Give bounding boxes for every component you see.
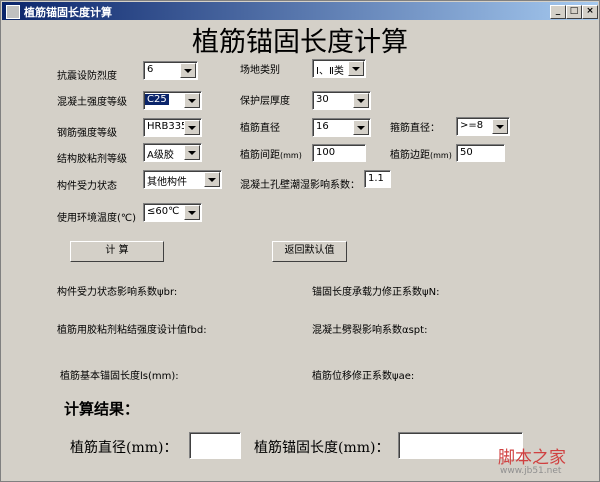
app-icon xyxy=(6,5,20,19)
cover-value: 30 xyxy=(316,94,329,105)
spacing-unit: (mm) xyxy=(280,151,302,160)
chevron-down-icon[interactable] xyxy=(184,93,200,108)
acr-label: 混凝土劈裂影响系数αspt: xyxy=(312,325,428,336)
hole-factor-value: 1.1 xyxy=(368,173,384,184)
result-dia-output[interactable] xyxy=(189,432,241,459)
hole-factor-label: 混凝土孔壁潮湿影响系数： xyxy=(240,180,360,191)
chevron-down-icon[interactable] xyxy=(184,120,200,135)
minimize-button[interactable]: _ xyxy=(550,5,566,19)
edge-input[interactable]: 50 xyxy=(456,144,505,162)
concrete-label: 混凝土强度等级 xyxy=(57,97,127,108)
concrete-select[interactable]: C25 xyxy=(143,91,202,110)
rebar-grade-value: HRB335 xyxy=(147,121,188,132)
seismic-label: 抗震设防烈度 xyxy=(57,71,117,82)
calculate-button[interactable]: 计 算 xyxy=(70,241,164,262)
reset-defaults-button[interactable]: 返回默认值 xyxy=(272,241,347,262)
member-select[interactable]: 其他构件 xyxy=(143,170,222,189)
spacing-value: 100 xyxy=(316,147,336,158)
result-len-label: 植筋锚固长度(mm)： xyxy=(254,440,390,456)
chevron-down-icon[interactable] xyxy=(184,205,200,220)
rebar-dia-value: 16 xyxy=(316,121,329,132)
edge-unit: (mm) xyxy=(430,151,452,160)
spacing-input[interactable]: 100 xyxy=(312,144,366,162)
chevron-down-icon[interactable] xyxy=(353,93,369,108)
chevron-down-icon[interactable] xyxy=(180,63,196,78)
seismic-select[interactable]: 6 xyxy=(143,61,198,80)
chevron-down-icon[interactable] xyxy=(204,172,220,187)
temp-select[interactable]: ≤60℃ xyxy=(143,203,202,222)
concrete-value: C25 xyxy=(145,94,169,105)
member-label: 构件受力状态 xyxy=(57,181,117,192)
spacing-label-text: 植筋间距 xyxy=(240,150,280,161)
hole-factor-input[interactable]: 1.1 xyxy=(364,170,391,188)
site-value: Ⅰ、Ⅱ类 xyxy=(316,66,344,77)
title-bar: 植筋锚固长度计算 _ □ × xyxy=(2,2,598,20)
page-title: 植筋锚固长度计算 xyxy=(192,27,408,58)
watermark-url: www.jb51.net xyxy=(500,466,562,476)
chevron-down-icon[interactable] xyxy=(353,120,369,135)
rebar-grade-select[interactable]: HRB335 xyxy=(143,118,202,137)
member-value: 其他构件 xyxy=(147,177,187,188)
stirrup-dia-select[interactable]: >=8 xyxy=(456,117,510,136)
ls-label: 植筋基本锚固长度ls(mm): xyxy=(60,371,179,382)
stirrup-dia-value: >=8 xyxy=(460,120,484,131)
adhesive-label: 结构胶粘剂等级 xyxy=(57,154,127,165)
rebar-dia-select[interactable]: 16 xyxy=(312,118,371,137)
chevron-down-icon[interactable] xyxy=(184,145,200,160)
maximize-button[interactable]: □ xyxy=(566,5,582,19)
adhesive-value: A级胶 xyxy=(147,150,174,161)
spacing-label: 植筋间距(mm) xyxy=(240,146,302,161)
temp-value: ≤60℃ xyxy=(147,206,180,217)
cover-label: 保护层厚度 xyxy=(240,96,290,107)
site-select[interactable]: Ⅰ、Ⅱ类 xyxy=(312,59,366,78)
rebar-dia-label: 植筋直径 xyxy=(240,123,280,134)
result-title: 计算结果： xyxy=(64,400,140,418)
rebar-grade-label: 钢筋强度等级 xyxy=(57,128,117,139)
chevron-down-icon[interactable] xyxy=(348,61,364,76)
close-button[interactable]: × xyxy=(582,5,598,19)
temp-label: 使用环境温度(℃) xyxy=(57,213,137,224)
chevron-down-icon[interactable] xyxy=(492,119,508,134)
adhesive-select[interactable]: A级胶 xyxy=(143,143,202,162)
cover-select[interactable]: 30 xyxy=(312,91,371,110)
result-dia-label: 植筋直径(mm)： xyxy=(70,440,178,456)
seismic-value: 6 xyxy=(147,64,154,75)
edge-value: 50 xyxy=(460,147,473,158)
psi-ae-label: 植筋位移修正系数ψae: xyxy=(312,371,415,382)
edge-label-text: 植筋边距 xyxy=(390,150,430,161)
psi-br-label: 构件受力状态影响系数ψbr: xyxy=(57,287,178,298)
edge-label: 植筋边距(mm) xyxy=(390,146,452,161)
site-label: 场地类别 xyxy=(240,65,280,76)
window-title: 植筋锚固长度计算 xyxy=(24,6,112,19)
watermark-logo: 脚本之家 xyxy=(498,448,566,468)
stirrup-dia-label: 箍筋直径： xyxy=(390,123,440,134)
psi-n-label: 锚固长度承载力修正系数ψN: xyxy=(312,287,440,298)
fbd-label: 植筋用胶粘剂粘结强度设计值fbd: xyxy=(57,325,207,336)
